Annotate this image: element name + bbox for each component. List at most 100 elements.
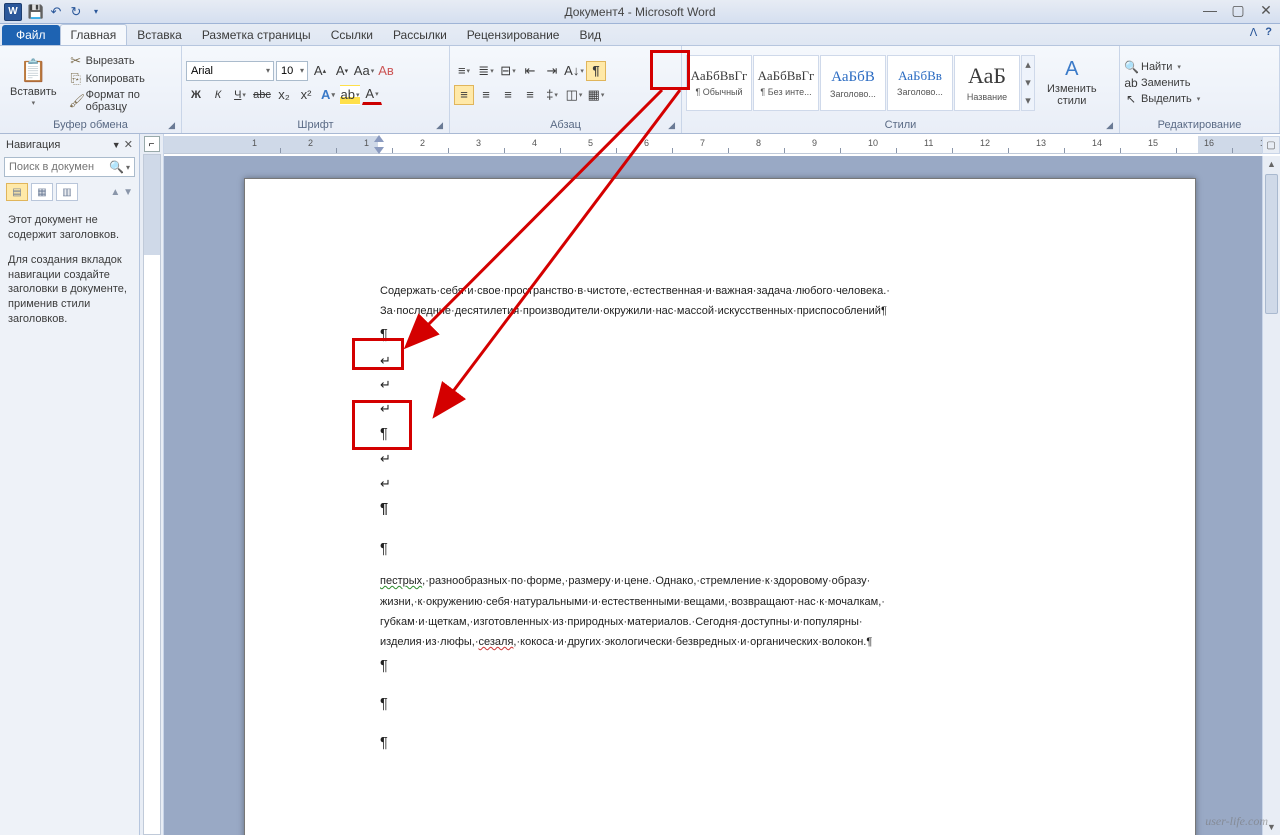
line-break-mark: ↵	[380, 447, 1120, 471]
search-input[interactable]	[9, 161, 109, 173]
bullets-button[interactable]: ≡	[454, 61, 474, 81]
nav-tab-results[interactable]: ▥	[56, 183, 78, 201]
show-paragraph-marks-button[interactable]: ¶	[586, 61, 606, 81]
search-icon[interactable]: 🔍	[109, 160, 124, 174]
align-right-button[interactable]: ≡	[498, 85, 518, 105]
grow-font-button[interactable]: A▴	[310, 61, 330, 81]
document-body[interactable]: Содержать·себя·и·свое·пространство·в·чис…	[380, 281, 1120, 757]
nav-menu-icon[interactable]: ▼	[112, 140, 121, 150]
align-center-button[interactable]: ≡	[476, 85, 496, 105]
numbering-button[interactable]: ≣	[476, 61, 496, 81]
change-styles-button[interactable]: A Изменить стили	[1041, 51, 1103, 115]
styles-gallery[interactable]: АаБбВвГг¶ Обычный АаБбВвГг¶ Без инте... …	[686, 55, 1035, 111]
replace-icon: ab	[1124, 76, 1138, 90]
nav-close-icon[interactable]: ✕	[124, 139, 133, 151]
subscript-button[interactable]: x₂	[274, 85, 294, 105]
tab-file[interactable]: Файл	[2, 25, 60, 45]
font-dialog-launcher[interactable]: ◢	[436, 120, 443, 131]
group-clipboard-label: Буфер обмена	[53, 119, 128, 131]
font-name-combo[interactable]: Arial	[186, 61, 274, 81]
nav-tab-headings[interactable]: ▤	[6, 183, 28, 201]
borders-button[interactable]: ▦	[586, 85, 606, 105]
line-spacing-button[interactable]: ‡	[542, 85, 562, 105]
align-left-button[interactable]: ≡	[454, 85, 474, 105]
style-no-spacing[interactable]: АаБбВвГг¶ Без инте...	[753, 55, 819, 111]
shading-button[interactable]: ◫	[564, 85, 584, 105]
document-page[interactable]: Содержать·себя·и·свое·пространство·в·чис…	[244, 178, 1196, 835]
cut-button[interactable]: ✂Вырезать	[69, 53, 177, 69]
tab-references[interactable]: Ссылки	[321, 25, 383, 45]
clear-formatting-button[interactable]: Aʙ	[376, 61, 396, 81]
vertical-scrollbar[interactable]: ▲ ▼	[1262, 156, 1280, 835]
line-break-mark: ↵	[380, 472, 1120, 496]
shrink-font-button[interactable]: A▾	[332, 61, 352, 81]
justify-button[interactable]: ≡	[520, 85, 540, 105]
tab-home[interactable]: Главная	[60, 24, 128, 45]
navigation-search[interactable]: 🔍	[4, 157, 135, 177]
ruler-toggle-icon[interactable]: ▢	[1262, 136, 1280, 154]
paste-button[interactable]: 📋 Вставить ▾	[4, 51, 63, 115]
document-canvas[interactable]: Содержать·себя·и·свое·пространство·в·чис…	[164, 156, 1262, 835]
tab-insert[interactable]: Вставка	[127, 25, 192, 45]
paragraph-mark: ¶	[380, 322, 1120, 349]
font-color-button[interactable]: A	[362, 85, 382, 105]
group-clipboard: 📋 Вставить ▾ ✂Вырезать ⎘Копировать 🖌Форм…	[0, 46, 182, 133]
sort-button[interactable]: A↓	[564, 61, 584, 81]
font-size-combo[interactable]: 10	[276, 61, 308, 81]
tab-selector[interactable]: ⌐	[144, 136, 160, 152]
copy-icon: ⎘	[69, 71, 83, 87]
decrease-indent-button[interactable]: ⇤	[520, 61, 540, 81]
multilevel-list-button[interactable]: ⊟	[498, 61, 518, 81]
document-area: ⌐ 121234567891011121314151617 ▢ Содержат…	[140, 134, 1280, 835]
minimize-button[interactable]: —	[1196, 0, 1224, 20]
text-effects-button[interactable]: A	[318, 85, 338, 105]
help-icon[interactable]: ?	[1265, 26, 1272, 39]
change-styles-icon: A	[1065, 58, 1078, 81]
replace-button[interactable]: abЗаменить	[1124, 76, 1200, 90]
scroll-thumb[interactable]	[1265, 174, 1278, 314]
copy-button[interactable]: ⎘Копировать	[69, 71, 177, 87]
tab-view[interactable]: Вид	[569, 25, 611, 45]
scroll-up-arrow[interactable]: ▲	[1263, 156, 1280, 172]
nav-tab-pages[interactable]: ▦	[31, 183, 53, 201]
paragraph-mark: ¶	[380, 496, 1120, 523]
clipboard-dialog-launcher[interactable]: ◢	[168, 120, 175, 131]
bold-button[interactable]: Ж	[186, 85, 206, 105]
find-button[interactable]: 🔍Найти▾	[1124, 60, 1200, 74]
tab-mailings[interactable]: Рассылки	[383, 25, 457, 45]
styles-dialog-launcher[interactable]: ◢	[1106, 120, 1113, 131]
strikethrough-button[interactable]: abc	[252, 85, 272, 105]
paragraph-mark: ¶	[380, 421, 1120, 448]
window-title: Документ4 - Microsoft Word	[0, 5, 1280, 19]
superscript-button[interactable]: x²	[296, 85, 316, 105]
main-column: 121234567891011121314151617 ▢ Содержать·…	[164, 134, 1280, 835]
highlight-button[interactable]: ab	[340, 85, 360, 105]
tab-review[interactable]: Рецензирование	[457, 25, 570, 45]
scissors-icon: ✂	[69, 53, 83, 69]
vertical-ruler-column: ⌐	[140, 134, 164, 835]
paragraph-dialog-launcher[interactable]: ◢	[668, 120, 675, 131]
group-paragraph: ≡ ≣ ⊟ ⇤ ⇥ A↓ ¶ ≡ ≡ ≡ ≡ ‡ ◫ ▦ Абзац◢	[450, 46, 682, 133]
window-controls: — ▢ ✕	[1196, 0, 1280, 20]
style-title[interactable]: АаБНазвание	[954, 55, 1020, 111]
group-styles-label: Стили	[885, 119, 917, 131]
paintbrush-icon: 🖌	[69, 93, 83, 109]
underline-button[interactable]: Ч	[230, 85, 250, 105]
change-case-button[interactable]: Aa	[354, 61, 374, 81]
horizontal-ruler[interactable]: 121234567891011121314151617	[164, 136, 1262, 154]
format-painter-button[interactable]: 🖌Формат по образцу	[69, 89, 177, 113]
increase-indent-button[interactable]: ⇥	[542, 61, 562, 81]
style-normal[interactable]: АаБбВвГг¶ Обычный	[686, 55, 752, 111]
style-heading1[interactable]: АаБбВЗаголово...	[820, 55, 886, 111]
nav-prev-next[interactable]: ▲ ▼	[110, 187, 133, 198]
select-button[interactable]: ↖Выделить▾	[1124, 92, 1200, 106]
group-font-label: Шрифт	[297, 119, 333, 131]
close-button[interactable]: ✕	[1252, 0, 1280, 20]
tab-page-layout[interactable]: Разметка страницы	[192, 25, 321, 45]
maximize-button[interactable]: ▢	[1224, 0, 1252, 20]
style-heading2[interactable]: АаБбВвЗаголово...	[887, 55, 953, 111]
italic-button[interactable]: К	[208, 85, 228, 105]
vertical-ruler[interactable]	[143, 154, 161, 835]
minimize-ribbon-icon[interactable]: ᐱ	[1250, 26, 1258, 39]
styles-more-button[interactable]: ▴▾▾	[1021, 55, 1035, 111]
